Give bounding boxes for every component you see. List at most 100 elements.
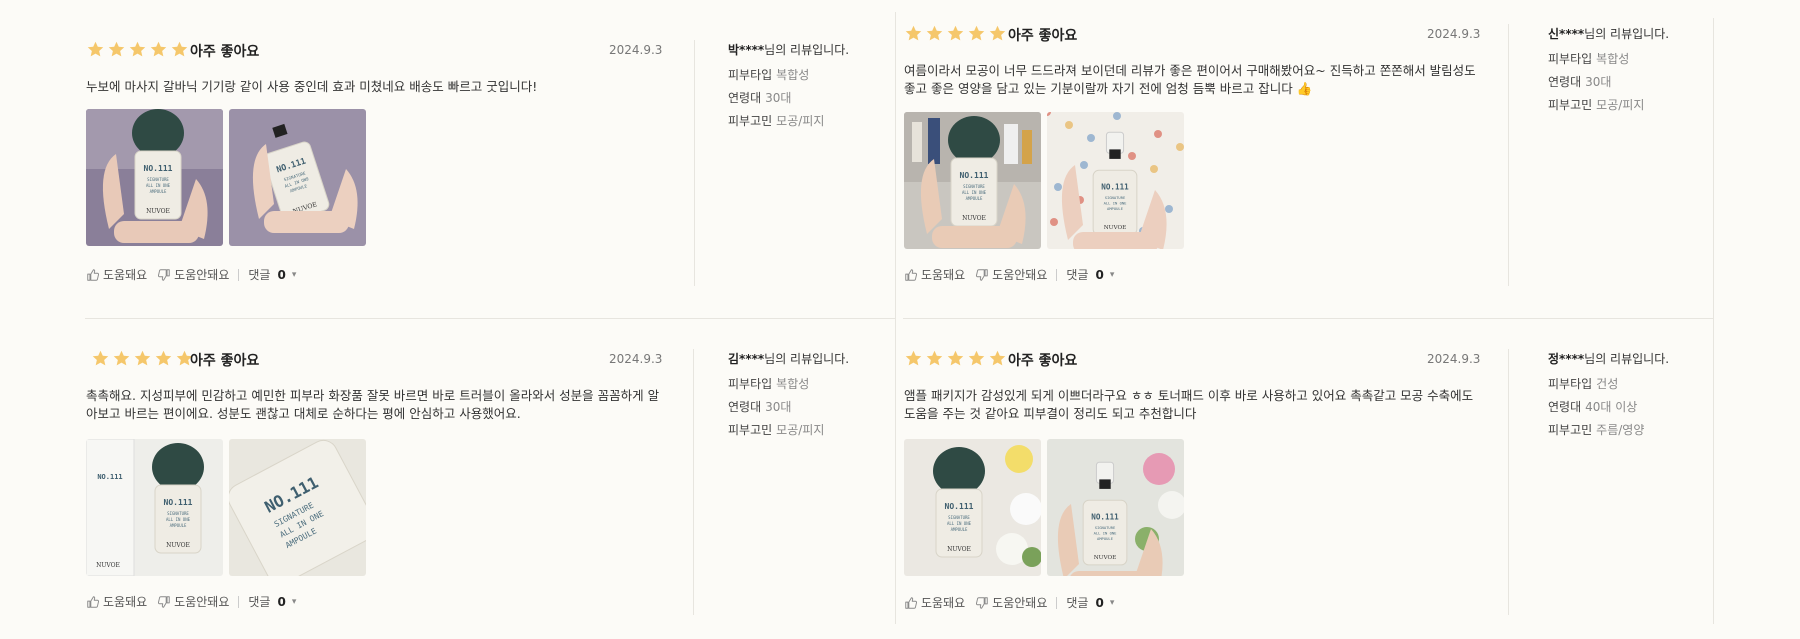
skin-type: 피부타입 건성: [1548, 377, 1619, 391]
unhelpful-button[interactable]: 도움안돼요: [157, 593, 229, 610]
star-icon: [107, 40, 126, 59]
product-photo-image: NO.111SIGNATUREALL IN ONEAMPOULE: [229, 439, 366, 576]
thumbs-down-icon: [157, 268, 171, 282]
review-text: 누보에 마사지 갈바닉 기기랑 같이 사용 중인데 효과 미쳤네요 배송도 빠르…: [86, 79, 538, 94]
svg-text:AMPOULE: AMPOULE: [170, 523, 187, 528]
skin-type: 피부타입 복합성: [1548, 52, 1630, 66]
thumbs-down-icon: [975, 596, 989, 610]
thumbs-up-icon: [904, 596, 918, 610]
review-photo[interactable]: NO.111 SIGNATURE ALL IN ONE AMPOULE NUVOE: [229, 109, 366, 246]
thumbs-up-icon: [86, 595, 100, 609]
svg-text:AMPOULE: AMPOULE: [150, 189, 167, 194]
comments-toggle[interactable]: 댓글 0 ▾: [1066, 266, 1114, 283]
unhelpful-button[interactable]: 도움안돼요: [157, 266, 229, 283]
svg-text:AMPOULE: AMPOULE: [1097, 536, 1114, 541]
helpful-button[interactable]: 도움돼요: [904, 594, 965, 611]
review-photo[interactable]: NO.111 SIGNATURE ALL IN ONE AMPOULE: [229, 439, 366, 576]
svg-text:NUVOE: NUVOE: [1104, 225, 1127, 231]
star-icon: [988, 349, 1007, 368]
review-date: 2024.9.3: [1427, 27, 1481, 41]
svg-text:ALL IN ONE: ALL IN ONE: [962, 190, 987, 195]
divider: [238, 595, 240, 608]
review-date: 2024.9.3: [609, 43, 663, 57]
unhelpful-button[interactable]: 도움안돼요: [975, 266, 1047, 283]
star-icon: [149, 40, 168, 59]
svg-text:NUVOE: NUVOE: [146, 208, 170, 215]
unhelpful-button[interactable]: 도움안돼요: [975, 594, 1047, 611]
star-icon: [946, 24, 965, 43]
helpful-button[interactable]: 도움돼요: [86, 266, 147, 283]
star-icon: [925, 24, 944, 43]
reviewer-name: 신****님의 리뷰입니다.: [1548, 27, 1670, 41]
age-group: 연령대 40대 이상: [1548, 400, 1638, 414]
svg-text:NUVOE: NUVOE: [166, 542, 190, 549]
review-photo[interactable]: NO.111 SIGNATURE ALL IN ONE AMPOULE NUVOE: [904, 439, 1041, 576]
svg-text:AMPOULE: AMPOULE: [951, 527, 968, 532]
star-rating: [904, 349, 1007, 368]
comment-count: 0: [277, 594, 286, 609]
row-divider-right: [903, 318, 1713, 319]
star-icon: [967, 349, 986, 368]
comment-count: 0: [277, 267, 286, 282]
review-date: 2024.9.3: [609, 352, 663, 366]
skin-concern: 피부고민 모공/피지: [728, 423, 825, 437]
thumbs-down-icon: [157, 595, 171, 609]
divider: [1056, 596, 1058, 609]
product-photo-image: NO.111 SIGNATUREALL IN ONEAMPOULE NUVOE: [1047, 112, 1184, 249]
svg-text:NO.111: NO.111: [1101, 182, 1129, 191]
svg-text:NUVOE: NUVOE: [947, 546, 971, 553]
svg-text:NO.111: NO.111: [1091, 512, 1119, 521]
star-icon: [904, 24, 923, 43]
reviewer-name: 박****님의 리뷰입니다.: [728, 43, 850, 57]
helpful-button[interactable]: 도움돼요: [86, 593, 147, 610]
review-text: 촉촉해요. 지성피부에 민감하고 예민한 피부라 화장품 잘못 바르면 바로 트…: [86, 388, 660, 421]
svg-text:SIGNATURE: SIGNATURE: [948, 515, 970, 520]
review-title: 아주 좋아요: [1008, 353, 1078, 369]
svg-text:NO.111: NO.111: [144, 164, 173, 173]
review-photo[interactable]: NO.111 SIGNATURE ALL IN ONE AMPOULE NUVOE: [86, 109, 223, 246]
svg-text:NUVOE: NUVOE: [1094, 555, 1117, 561]
review-card: 아주 좋아요 2024.9.3 앰플 패키지가 감성있게 되게 이쁘더라구요 ㅎ…: [904, 349, 1704, 639]
review-photo[interactable]: NO.111 SIGNATURE ALL IN ONE AMPOULE NUVOE: [904, 112, 1041, 249]
comment-count: 0: [1095, 595, 1104, 610]
skin-concern: 피부고민 주름/영양: [1548, 423, 1645, 437]
svg-text:NO.111: NO.111: [945, 502, 974, 511]
svg-text:NUVOE: NUVOE: [96, 562, 120, 569]
product-photo-image: NO.111 SIGNATUREALL IN ONEAMPOULE NUVOE: [1047, 439, 1184, 576]
svg-text:ALL IN ONE: ALL IN ONE: [146, 183, 171, 188]
svg-text:NUVOE: NUVOE: [962, 215, 986, 222]
comments-toggle[interactable]: 댓글 0 ▾: [1066, 594, 1114, 611]
reviewer-info: 박****님의 리뷰입니다. 피부타입 복합성 연령대 30대 피부고민 모공/피지: [728, 41, 898, 135]
review-photo[interactable]: NO.111 SIGNATURE ALL IN ONE AMPOULE NUVOE: [1047, 112, 1184, 249]
reviewer-name: 김****님의 리뷰입니다.: [728, 352, 850, 366]
review-text: 여름이라서 모공이 너무 드드라져 보이던데 리뷰가 좋은 편이어서 구매해봤어…: [904, 63, 1476, 96]
svg-text:ALL IN ONE: ALL IN ONE: [947, 521, 972, 526]
comments-toggle[interactable]: 댓글 0 ▾: [248, 266, 296, 283]
age-group: 연령대 30대: [1548, 75, 1612, 89]
product-photo-image: NO.111 NUVOE NO.111 SIGNATUREALL IN ONEAMPO…: [86, 439, 223, 576]
review-photo[interactable]: NO.111 SIGNATURE ALL IN ONE AMPOULE NUVOE: [1047, 439, 1184, 576]
helpful-button[interactable]: 도움돼요: [904, 266, 965, 283]
star-icon: [170, 40, 189, 59]
divider: [238, 268, 240, 281]
skin-type: 피부타입 복합성: [728, 377, 810, 391]
chevron-down-icon: ▾: [291, 269, 297, 280]
svg-text:ALL IN ONE: ALL IN ONE: [1094, 531, 1118, 536]
star-icon: [988, 24, 1007, 43]
svg-text:SIGNATURE: SIGNATURE: [167, 511, 189, 516]
reviewer-info: 김****님의 리뷰입니다. 피부타입 복합성 연령대 30대 피부고민 모공/피지: [728, 350, 898, 444]
chevron-down-icon: ▾: [1109, 269, 1115, 280]
comments-toggle[interactable]: 댓글 0 ▾: [248, 593, 296, 610]
review-photo[interactable]: NO.111 NUVOE NO.111 SIGNATURE ALL IN ONE AMPO…: [86, 439, 223, 576]
reviewer-info: 정****님의 리뷰입니다. 피부타입 건성 연령대 40대 이상 피부고민 주름/영…: [1548, 350, 1718, 444]
thumbs-up-icon: [904, 268, 918, 282]
star-rating: [91, 349, 194, 368]
vertical-divider: [1508, 349, 1509, 615]
review-actions: 도움돼요 도움안돼요 댓글 0 ▾: [904, 266, 1114, 283]
svg-text:AMPOULE: AMPOULE: [1107, 206, 1124, 211]
star-icon: [967, 24, 986, 43]
reviewer-name: 정****님의 리뷰입니다.: [1548, 352, 1670, 366]
star-rating: [86, 40, 189, 59]
age-group: 연령대 30대: [728, 91, 792, 105]
thumbs-up-icon: [86, 268, 100, 282]
